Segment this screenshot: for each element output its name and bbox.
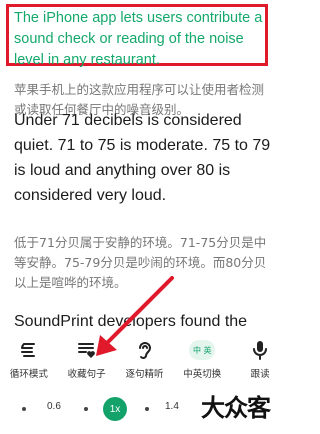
- read-along-label: 跟读: [250, 369, 270, 380]
- favorite-sentence-button[interactable]: 收藏句子: [61, 334, 113, 380]
- loop-mode-label: 循环模式: [9, 369, 48, 380]
- microphone-icon: [247, 338, 273, 362]
- language-toggle-label: 中英切换: [183, 369, 222, 380]
- ear-icon: [131, 338, 157, 362]
- speed-option-1-4[interactable]: 1.4: [165, 401, 179, 412]
- sentence-english-2[interactable]: Under 71 decibels is considered quiet. 7…: [14, 108, 280, 208]
- language-toggle-icon: 中 英: [189, 338, 216, 362]
- favorite-sentence-label: 收藏句子: [67, 369, 106, 380]
- sentence-listen-button[interactable]: 逐句精听: [118, 334, 170, 380]
- loop-mode-button[interactable]: 循环模式: [3, 334, 55, 380]
- speed-current[interactable]: 1x: [103, 397, 127, 421]
- sentence-english-3[interactable]: SoundPrint developers found the: [14, 309, 280, 334]
- language-toggle-button[interactable]: 中 英 中英切换: [176, 334, 228, 380]
- speed-option-dot[interactable]: [145, 407, 149, 411]
- speed-option-dot[interactable]: [22, 407, 26, 411]
- loop-list-icon: [16, 338, 42, 362]
- player-toolbar: 循环模式 收藏句子 逐句精听 中 英 中英切换 跟读: [0, 334, 289, 384]
- sentence-listen-label: 逐句精听: [125, 369, 164, 380]
- speed-option-0-6[interactable]: 0.6: [47, 401, 61, 412]
- read-along-button[interactable]: 跟读: [234, 334, 286, 380]
- speed-option-dot[interactable]: [84, 407, 88, 411]
- watermark-logo: 大众客: [201, 394, 271, 422]
- article-content: The iPhone app lets users contribute a s…: [0, 0, 289, 334]
- favorite-list-icon: [74, 338, 100, 362]
- sentence-chinese-2[interactable]: 低于71分贝属于安静的环境。71-75分贝是中等安静。75-79分贝是吵闹的环境…: [14, 233, 276, 293]
- sentence-english-highlighted[interactable]: The iPhone app lets users contribute a s…: [14, 8, 276, 71]
- language-toggle-badge: 中 英: [189, 340, 216, 360]
